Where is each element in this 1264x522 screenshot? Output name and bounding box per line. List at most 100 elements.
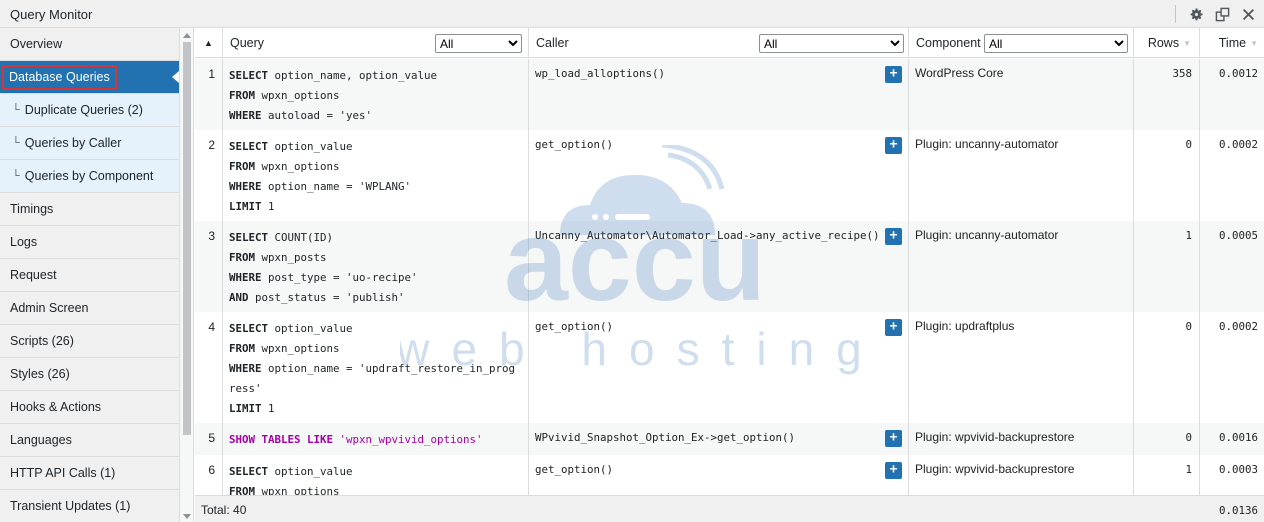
rows-cell: 0 [1134, 423, 1200, 455]
window-controls [1175, 0, 1264, 28]
sidebar-item-http-api-calls[interactable]: HTTP API Calls (1) [0, 457, 179, 490]
sidebar-item-transient-updates[interactable]: Transient Updates (1) [0, 490, 179, 522]
scroll-up-icon[interactable] [183, 33, 191, 38]
sidebar-item-database-queries[interactable]: Database Queries [0, 61, 179, 94]
column-header-caller: Caller All [529, 28, 909, 58]
rows-cell: 1 [1134, 221, 1200, 312]
expand-stack-button[interactable]: + [885, 430, 902, 447]
sql-keyword: FROM [229, 342, 256, 355]
component-filter-select[interactable]: All [984, 34, 1128, 53]
query-sql: SELECT COUNT(ID) FROM wpxn_posts WHERE p… [223, 221, 529, 312]
sql-keyword: FROM [229, 89, 256, 102]
sql-text: option_value [268, 322, 353, 335]
sidebar-item-styles[interactable]: Styles (26) [0, 358, 179, 391]
sidebar-item-languages[interactable]: Languages [0, 424, 179, 457]
settings-button[interactable] [1186, 4, 1206, 24]
branch-glyph: └ [12, 137, 20, 149]
divider [1175, 5, 1176, 23]
sql-keyword: SELECT [229, 231, 269, 244]
scroll-down-icon[interactable] [183, 514, 191, 519]
sort-icon: ▼ [1250, 38, 1258, 48]
sidebar-item-scripts[interactable]: Scripts (26) [0, 325, 179, 358]
table-row: 4 SELECT option_value FROM wpxn_options W… [195, 312, 1264, 423]
branch-glyph: └ [12, 170, 20, 182]
sidebar-item-timings[interactable]: Timings [0, 193, 179, 226]
sidebar-item-overview[interactable]: Overview [0, 28, 179, 61]
sql-text: option_value [268, 140, 353, 153]
column-label: Rows [1147, 36, 1180, 50]
sort-column-header[interactable]: ▲ [195, 28, 223, 58]
caller-function[interactable]: get_option() [535, 320, 613, 333]
query-filter-select[interactable]: All [435, 34, 522, 53]
sidebar-item-request[interactable]: Request [0, 259, 179, 292]
sidebar-item-label: Overview [10, 37, 63, 51]
sql-keyword: FROM [229, 160, 256, 173]
expand-stack-button[interactable]: + [885, 66, 902, 83]
caller-filter-select[interactable]: All [759, 34, 904, 53]
sql-text: post_status = 'publish' [248, 291, 405, 304]
component-cell: Plugin: uncanny-automator [909, 221, 1134, 312]
sidebar-item-logs[interactable]: Logs [0, 226, 179, 259]
expand-stack-button[interactable]: + [885, 228, 902, 245]
table-header: ▲ Query All Caller All Component All Row… [195, 28, 1264, 58]
caller-cell: WPvivid_Snapshot_Option_Ex->get_option()… [529, 423, 909, 455]
time-cell: 0.0002 [1218, 138, 1258, 151]
caller-function[interactable]: Uncanny_Automator\Automator_Load->any_ac… [535, 229, 880, 242]
close-button[interactable] [1238, 4, 1258, 24]
sidebar-item-label: Duplicate Queries (2) [24, 103, 143, 117]
sidebar-item-queries-by-component[interactable]: └ Queries by Component [0, 160, 179, 193]
vertical-scrollbar[interactable] [180, 28, 194, 522]
sql-text: wpxn_posts [255, 251, 327, 264]
sidebar-item-label: Scripts (26) [10, 334, 74, 348]
time-cell: 0.0002 [1218, 320, 1258, 333]
sort-icon: ▼ [1183, 38, 1191, 48]
component-cell: Plugin: updraftplus [909, 312, 1134, 423]
column-header-rows[interactable]: Rows ▼ [1134, 28, 1200, 58]
sql-keyword: WHERE [229, 180, 262, 193]
sql-text: wpxn_options [255, 89, 340, 102]
panel-title: Query Monitor [10, 7, 93, 22]
sidebar-item-queries-by-caller[interactable]: └ Queries by Caller [0, 127, 179, 160]
sidebar-item-admin-screen[interactable]: Admin Screen [0, 292, 179, 325]
time-cell: 0.0016 [1218, 431, 1258, 444]
gear-icon [1190, 8, 1202, 20]
branch-glyph: └ [12, 104, 20, 116]
caller-function[interactable]: WPvivid_Snapshot_Option_Ex->get_option() [535, 431, 795, 444]
expand-stack-button[interactable]: + [885, 462, 902, 479]
sql-keyword: WHERE [229, 362, 262, 375]
table-row: 5 SHOW TABLES LIKE 'wpxn_wpvivid_options'… [195, 423, 1264, 455]
sql-text: option_name = 'WPLANG' [261, 180, 412, 193]
time-cell: 0.0005 [1218, 229, 1258, 242]
sql-text: autoload = 'yes' [261, 109, 373, 122]
sql-text: 1 [261, 200, 275, 213]
sql-keyword: LIMIT [229, 402, 262, 415]
caller-cell: get_option() + [529, 130, 909, 221]
pop-out-icon [1215, 7, 1229, 21]
expand-stack-button[interactable]: + [885, 137, 902, 154]
sql-text: 'wpxn_wpvivid_options' [333, 433, 483, 446]
sidebar-item-hooks-actions[interactable]: Hooks & Actions [0, 391, 179, 424]
caller-function[interactable]: get_option() [535, 138, 613, 151]
column-header-time[interactable]: Time ▼ [1200, 28, 1264, 58]
table-footer: Total: 40 0.0136 [195, 495, 1264, 522]
table-row: 2 SELECT option_value FROM wpxn_options W… [195, 130, 1264, 221]
sidebar-item-duplicate-queries[interactable]: └ Duplicate Queries (2) [0, 94, 179, 127]
caller-cell: wp_load_alloptions() + [529, 59, 909, 130]
pop-out-button[interactable] [1212, 4, 1232, 24]
expand-stack-button[interactable]: + [885, 319, 902, 336]
sidebar-item-label: Timings [10, 202, 54, 216]
scroll-thumb[interactable] [183, 42, 191, 435]
row-number: 3 [195, 221, 223, 312]
sql-keyword: WHERE [229, 109, 262, 122]
sql-keyword: AND [229, 291, 249, 304]
caller-cell: get_option() + [529, 312, 909, 423]
column-label: Query [230, 36, 265, 50]
caller-function[interactable]: wp_load_alloptions() [535, 67, 665, 80]
sql-text: option_name = 'updraft_restore_in_prog r… [229, 362, 516, 395]
row-number: 2 [195, 130, 223, 221]
sql-text: wpxn_options [255, 160, 340, 173]
sidebar-item-label: Languages [10, 433, 72, 447]
total-time: 0.0136 [1218, 504, 1258, 517]
caller-function[interactable]: get_option() [535, 463, 613, 476]
column-label: Caller [536, 36, 569, 50]
